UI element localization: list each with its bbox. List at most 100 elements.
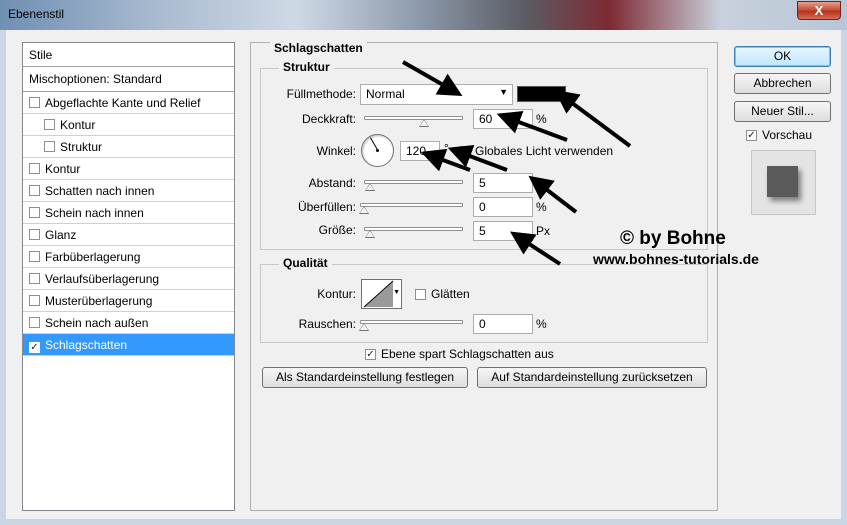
shadow-color-swatch[interactable] <box>517 86 566 102</box>
noise-label: Rauschen: <box>298 317 356 331</box>
noise-slider[interactable] <box>359 320 463 331</box>
angle-dial-icon[interactable] <box>361 134 394 167</box>
noise-slider-thumb[interactable] <box>359 323 369 331</box>
style-item-checkbox[interactable] <box>29 229 40 240</box>
angle-label: Winkel: <box>316 144 356 158</box>
spread-slider-thumb[interactable] <box>359 206 369 214</box>
style-item-label: Musterüberlagerung <box>45 294 153 308</box>
contour-preview-icon <box>363 280 394 308</box>
ok-button[interactable]: OK <box>734 46 831 67</box>
style-item-label: Glanz <box>45 228 77 242</box>
style-item-checkbox[interactable] <box>29 251 40 262</box>
style-item-label: Farbüberlagerung <box>45 250 141 264</box>
blend-mode-select[interactable]: Normal ▼ <box>360 84 513 105</box>
spread-unit: % <box>536 200 547 214</box>
spread-label: Überfüllen: <box>297 200 356 214</box>
blend-mode-value: Normal <box>366 87 405 101</box>
style-item-label: Struktur <box>60 140 103 154</box>
preview-checkbox[interactable]: ✓ <box>746 130 757 141</box>
style-item-checkbox[interactable] <box>29 97 40 108</box>
contour-picker[interactable]: ▼ <box>361 279 402 309</box>
quality-title: Qualität <box>279 256 332 270</box>
spread-input[interactable]: 0 <box>473 197 533 217</box>
style-item-checkbox[interactable] <box>29 317 40 328</box>
styles-header[interactable]: Stile <box>23 43 234 67</box>
reset-default-button[interactable]: Auf Standardeinstellung zurücksetzen <box>477 367 707 388</box>
contour-label: Kontur: <box>317 287 356 301</box>
style-item-checkbox[interactable] <box>29 207 40 218</box>
close-button[interactable]: X <box>797 1 841 20</box>
size-label: Größe: <box>318 223 356 237</box>
size-slider[interactable] <box>364 227 463 238</box>
distance-unit: Px <box>536 176 551 190</box>
knockout-label[interactable]: Ebene spart Schlagschatten aus <box>381 347 554 361</box>
distance-slider-thumb[interactable] <box>365 183 375 191</box>
title-bar: Ebenenstil X <box>0 0 847 30</box>
chevron-down-icon: ▼ <box>499 87 508 97</box>
style-item[interactable]: Verlaufsüberlagerung <box>23 268 234 290</box>
style-item-label: Schein nach außen <box>45 316 149 330</box>
watermark-copyright: © by Bohne <box>620 228 726 249</box>
style-item[interactable]: Struktur <box>23 136 234 158</box>
style-item[interactable]: Schatten nach innen <box>23 180 234 202</box>
preview-label[interactable]: Vorschau <box>762 128 812 142</box>
style-item-label: Kontur <box>45 162 81 176</box>
new-style-button[interactable]: Neuer Stil... <box>734 101 831 122</box>
knockout-checkbox[interactable]: ✓ <box>365 349 376 360</box>
style-item-label: Schein nach innen <box>45 206 144 220</box>
blend-options-item[interactable]: Mischoptionen: Standard <box>23 67 234 92</box>
angle-unit: ° <box>444 141 449 155</box>
style-item[interactable]: Glanz <box>23 224 234 246</box>
style-item-label: Schatten nach innen <box>45 184 155 198</box>
style-item-label: Verlaufsüberlagerung <box>45 272 160 286</box>
opacity-unit: % <box>536 112 547 126</box>
style-item[interactable]: Schein nach außen <box>23 312 234 334</box>
style-item-label: Schlagschatten <box>45 338 128 352</box>
style-item-checkbox[interactable]: ✓ <box>29 342 40 353</box>
style-item-checkbox[interactable] <box>44 119 55 130</box>
global-light-label[interactable]: Globales Licht verwenden <box>475 144 613 158</box>
style-item-label: Abgeflachte Kante und Relief <box>45 96 201 110</box>
spread-slider[interactable] <box>359 203 463 214</box>
opacity-input[interactable]: 60 <box>473 109 533 129</box>
make-default-button[interactable]: Als Standardeinstellung festlegen <box>262 367 468 388</box>
opacity-label: Deckkraft: <box>301 112 356 126</box>
preview-box <box>751 150 816 215</box>
noise-unit: % <box>536 317 547 331</box>
chevron-down-icon[interactable]: ▼ <box>393 289 400 296</box>
global-light-checkbox[interactable] <box>459 146 470 157</box>
window-title: Ebenenstil <box>8 7 65 21</box>
watermark-url: www.bohnes-tutorials.de <box>593 251 759 267</box>
style-item-checkbox[interactable] <box>29 295 40 306</box>
style-item[interactable]: Kontur <box>23 114 234 136</box>
size-unit: Px <box>536 224 551 238</box>
size-slider-thumb[interactable] <box>365 230 375 238</box>
distance-label: Abstand: <box>308 176 356 190</box>
distance-slider[interactable] <box>364 180 463 191</box>
section-title: Schlagschatten <box>270 41 367 55</box>
antialias-checkbox[interactable] <box>415 289 426 300</box>
style-item-checkbox[interactable] <box>29 163 40 174</box>
antialias-label[interactable]: Glätten <box>431 287 470 301</box>
preview-swatch <box>767 166 798 197</box>
style-item[interactable]: Abgeflachte Kante und Relief <box>23 92 234 114</box>
style-item-label: Kontur <box>60 118 96 132</box>
style-item[interactable]: Kontur <box>23 158 234 180</box>
styles-list: Stile Mischoptionen: Standard Abgeflacht… <box>22 42 235 511</box>
opacity-slider[interactable] <box>364 116 463 127</box>
noise-input[interactable]: 0 <box>473 314 533 334</box>
style-item-checkbox[interactable] <box>29 185 40 196</box>
opacity-slider-thumb[interactable] <box>419 119 429 127</box>
structure-title: Struktur <box>279 60 334 74</box>
style-item[interactable]: Musterüberlagerung <box>23 290 234 312</box>
style-item-checkbox[interactable] <box>44 141 55 152</box>
angle-input[interactable]: 120 <box>400 141 440 161</box>
style-item[interactable]: Schein nach innen <box>23 202 234 224</box>
blend-mode-label: Füllmethode: <box>286 87 356 101</box>
distance-input[interactable]: 5 <box>473 173 533 193</box>
style-item[interactable]: Farbüberlagerung <box>23 246 234 268</box>
style-item[interactable]: ✓ Schlagschatten <box>23 334 234 356</box>
size-input[interactable]: 5 <box>473 221 533 241</box>
cancel-button[interactable]: Abbrechen <box>734 73 831 94</box>
style-item-checkbox[interactable] <box>29 273 40 284</box>
